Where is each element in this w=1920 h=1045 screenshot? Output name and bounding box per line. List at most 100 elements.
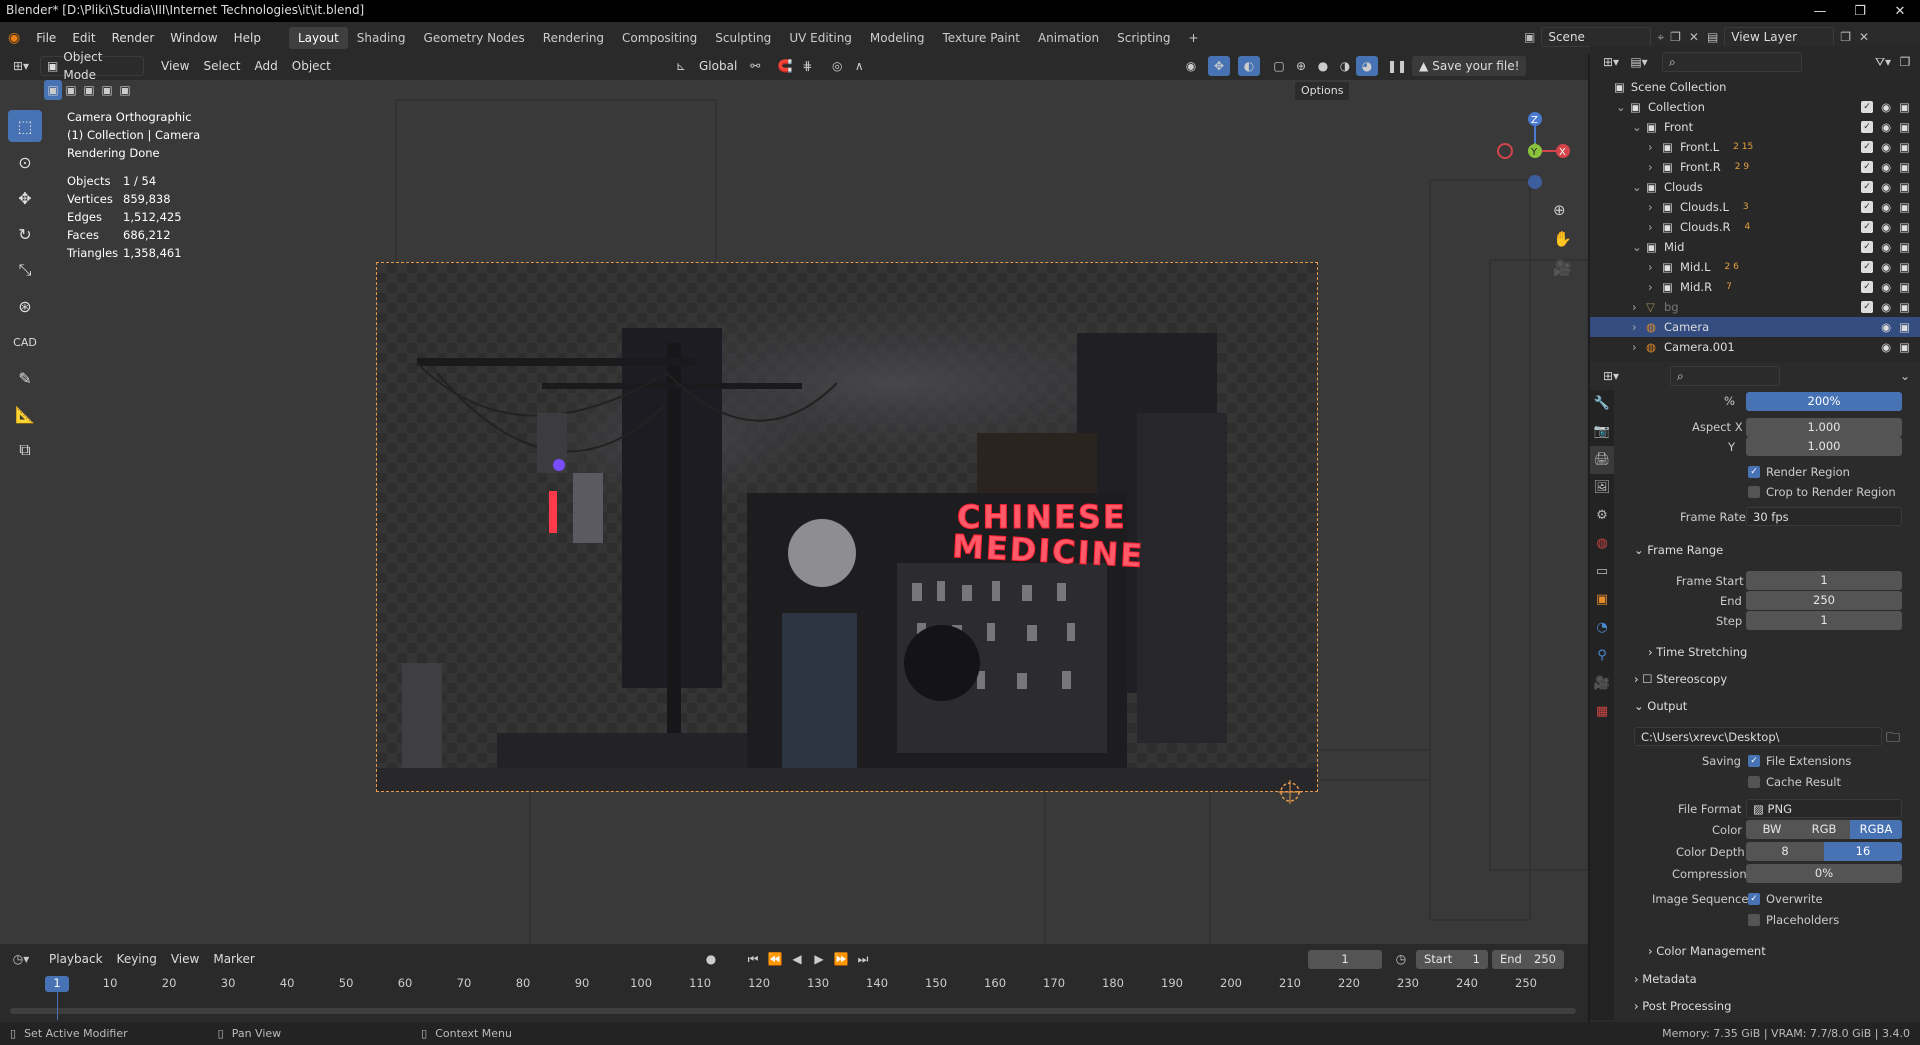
display-mode-icon[interactable]: ▤▾: [1628, 52, 1650, 72]
tab-uv-editing[interactable]: UV Editing: [780, 27, 861, 49]
frame-rate-select[interactable]: 30 fps: [1746, 507, 1902, 526]
expand-icon[interactable]: ›: [1632, 340, 1646, 354]
annotate-tool-icon[interactable]: ✎: [8, 362, 42, 394]
constraint-tab-icon[interactable]: ⚲: [1590, 642, 1614, 670]
eye-icon[interactable]: ◉: [1881, 140, 1891, 154]
color-bw-button[interactable]: BW: [1746, 820, 1798, 839]
world-tab-icon[interactable]: ◍: [1590, 530, 1614, 558]
menu-object[interactable]: Object: [285, 56, 338, 76]
menu-render[interactable]: Render: [104, 27, 163, 49]
add-workspace-icon[interactable]: +: [1180, 27, 1208, 49]
eye-icon[interactable]: ◉: [1881, 200, 1891, 214]
save-warning-button[interactable]: ▲ Save your file!: [1412, 56, 1527, 76]
camera-frame[interactable]: CHINESE MEDICINE: [376, 262, 1318, 792]
orientation-selector[interactable]: Global: [692, 56, 744, 76]
jump-end-icon[interactable]: ⏭: [852, 949, 874, 969]
post-processing-header[interactable]: › Post Processing: [1634, 999, 1731, 1013]
outliner-row[interactable]: ⌄ ▣ Collection ✓ ◉ ▣: [1590, 97, 1920, 117]
scene-icon[interactable]: ▣: [1524, 30, 1535, 44]
expand-icon[interactable]: ⌄: [1616, 100, 1630, 114]
outliner-row[interactable]: ⌄ ▣ Mid ✓ ◉ ▣: [1590, 237, 1920, 257]
outliner-row[interactable]: › ▽ bg ✓ ◉ ▣: [1590, 297, 1920, 317]
output-tab-icon[interactable]: 🖨: [1590, 446, 1614, 474]
resolution-percent-field[interactable]: 200%: [1746, 392, 1902, 411]
pan-hand-icon[interactable]: ✋: [1553, 225, 1572, 254]
file-extensions-checkbox[interactable]: ✓: [1748, 755, 1760, 767]
camera-render-icon[interactable]: ▣: [1899, 160, 1910, 174]
tab-layout[interactable]: Layout: [288, 27, 348, 49]
rotate-tool-icon[interactable]: ↻: [8, 218, 42, 250]
placeholders-checkbox[interactable]: [1748, 914, 1760, 926]
scene-selector[interactable]: Scene: [1541, 27, 1652, 47]
scale-tool-icon[interactable]: ⤡: [8, 254, 42, 286]
exclude-checkbox-icon[interactable]: ✓: [1861, 161, 1874, 173]
camera-render-icon[interactable]: ▣: [1899, 260, 1910, 274]
expand-icon[interactable]: ⌄: [1632, 120, 1646, 134]
eye-icon[interactable]: ◉: [1881, 220, 1891, 234]
expand-icon[interactable]: ›: [1632, 300, 1646, 314]
delete-scene-icon[interactable]: ✕: [1689, 30, 1699, 44]
proportional-edit-icon[interactable]: ◎: [826, 56, 848, 76]
outliner-item[interactable]: Scene Collection: [1631, 80, 1727, 94]
tab-rendering[interactable]: Rendering: [534, 27, 613, 49]
camera-render-icon[interactable]: ▣: [1899, 240, 1910, 254]
aspect-x-field[interactable]: 1.000: [1746, 418, 1902, 437]
menu-edit[interactable]: Edit: [64, 27, 103, 49]
outliner-row[interactable]: ⌄ ▣ Clouds ✓ ◉ ▣: [1590, 177, 1920, 197]
menu-help[interactable]: Help: [226, 27, 269, 49]
timeline-editor-type-icon[interactable]: ◷▾: [10, 949, 32, 969]
select-extend-icon[interactable]: ▣: [62, 80, 80, 100]
timeline-scrollbar[interactable]: [10, 1008, 1576, 1014]
object-tab-icon[interactable]: ▣: [1590, 586, 1614, 614]
play-icon[interactable]: ▶: [808, 949, 830, 969]
camera-render-icon[interactable]: ▣: [1899, 140, 1910, 154]
exclude-checkbox-icon[interactable]: ✓: [1861, 261, 1874, 273]
outliner-row[interactable]: › ▣ Clouds.L 3 ✓ ◉ ▣: [1590, 197, 1920, 217]
outliner-row[interactable]: › ▣ Front.L 2 15 ✓ ◉ ▣: [1590, 137, 1920, 157]
end-frame-field[interactable]: End 250: [1492, 949, 1564, 969]
cursor-tool-icon[interactable]: ⊙: [8, 146, 42, 178]
expand-icon[interactable]: ›: [1648, 260, 1662, 274]
tab-animation[interactable]: Animation: [1029, 27, 1108, 49]
gizmo-icon[interactable]: ✥: [1208, 56, 1230, 76]
aspect-y-field[interactable]: 1.000: [1746, 437, 1902, 456]
view-layer-icon[interactable]: ▤: [1707, 30, 1718, 44]
camera-render-icon[interactable]: ▣: [1899, 320, 1910, 334]
render-tab-icon[interactable]: 📷: [1590, 418, 1614, 446]
depth-8-button[interactable]: 8: [1746, 842, 1824, 861]
exclude-checkbox-icon[interactable]: ✓: [1861, 101, 1874, 113]
camera-view-icon[interactable]: 🎥: [1553, 254, 1572, 283]
eye-icon[interactable]: ◉: [1881, 300, 1891, 314]
menu-playback[interactable]: Playback: [42, 949, 110, 969]
time-stretching-header[interactable]: › Time Stretching: [1648, 645, 1747, 659]
eye-icon[interactable]: ◉: [1881, 120, 1891, 134]
pause-render-icon[interactable]: ❚❚: [1386, 56, 1408, 76]
select-intersect-icon[interactable]: ▣: [116, 80, 134, 100]
metadata-header[interactable]: › Metadata: [1634, 972, 1697, 986]
menu-add[interactable]: Add: [248, 56, 285, 76]
expand-icon[interactable]: ⌄: [1632, 240, 1646, 254]
render-region-checkbox[interactable]: ✓: [1748, 466, 1760, 478]
texture-tab-icon[interactable]: ▦: [1590, 698, 1614, 726]
exclude-checkbox-icon[interactable]: ✓: [1861, 241, 1874, 253]
frame-start-field[interactable]: 1: [1746, 571, 1902, 590]
eye-icon[interactable]: ◉: [1881, 280, 1891, 294]
camera-render-icon[interactable]: ▣: [1899, 120, 1910, 134]
exclude-checkbox-icon[interactable]: ✓: [1861, 201, 1874, 213]
expand-icon[interactable]: ›: [1632, 320, 1646, 334]
mode-selector[interactable]: ▣ Object Mode: [40, 50, 144, 82]
select-new-icon[interactable]: ▣: [44, 80, 62, 100]
compression-field[interactable]: 0%: [1746, 864, 1902, 883]
transform-tool-icon[interactable]: ⊛: [8, 290, 42, 322]
measure-tool-icon[interactable]: 📐: [8, 398, 42, 430]
tab-compositing[interactable]: Compositing: [613, 27, 706, 49]
zoom-icon[interactable]: ⊕: [1553, 196, 1572, 225]
menu-view[interactable]: View: [154, 56, 196, 76]
close-window-button[interactable]: ✕: [1880, 4, 1920, 19]
material-shading-icon[interactable]: ◑: [1334, 56, 1356, 76]
outliner-row[interactable]: ⌄ ▣ Front ✓ ◉ ▣: [1590, 117, 1920, 137]
current-frame-field[interactable]: 1: [1308, 949, 1382, 969]
camera-render-icon[interactable]: ▣: [1899, 200, 1910, 214]
outliner-row[interactable]: › ▣ Mid.R 7 ✓ ◉ ▣: [1590, 277, 1920, 297]
outliner-row[interactable]: › ▣ Clouds.R 4 ✓ ◉ ▣: [1590, 217, 1920, 237]
